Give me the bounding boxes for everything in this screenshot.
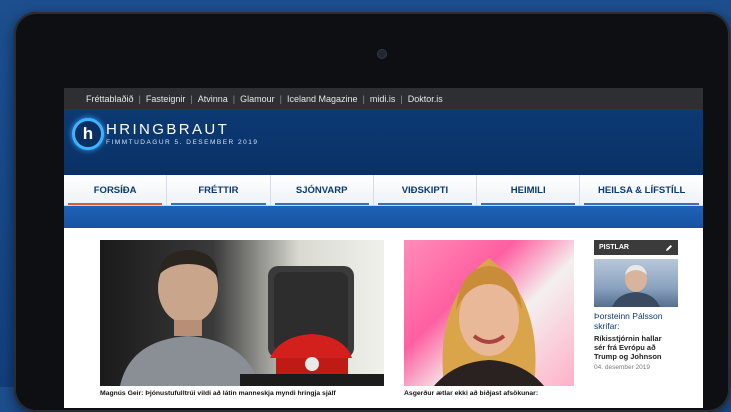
pistlar-sidebar: PISTLAR Þorsteinn Pálsson skrifar: Ríkis… (594, 240, 678, 371)
main-nav: FORSÍÐA FRÉTTIR SJÓNVARP VIÐSKIPTI HEIMI… (64, 175, 703, 206)
nav-item-vidskipti[interactable]: VIÐSKIPTI (374, 175, 478, 205)
topbar-link-glamour[interactable]: Glamour (240, 94, 275, 104)
column-title[interactable]: Ríkisstjórnin hallar sér frá Evrópu að T… (594, 334, 678, 361)
nav-item-sjonvarp[interactable]: SJÓNVARP (271, 175, 374, 205)
topbar-separator: | (190, 93, 193, 104)
topbar-link-midi[interactable]: midi.is (370, 94, 396, 104)
article-caption-second[interactable]: Ásgerður ætlar ekki að biðjast afsökunar… (404, 390, 574, 397)
article-image-main[interactable] (100, 240, 384, 386)
columnist-portrait-illustration (612, 265, 660, 307)
logo-letter: h (82, 124, 94, 143)
topbar-separator: | (400, 93, 403, 104)
columnist-author[interactable]: Þorsteinn Pálsson skrifar: (594, 311, 678, 331)
hringbraut-logo-icon[interactable]: h (72, 118, 104, 150)
camera-dot (378, 50, 386, 58)
topbar-separator: | (232, 93, 236, 104)
nav-item-heilsa-lifstill[interactable]: HEILSA & LÍFSTÍLL (580, 175, 703, 205)
nav-item-heimili[interactable]: HEIMILI (477, 175, 581, 205)
topbar-link-atvinna[interactable]: Atvinna (198, 94, 228, 104)
man-with-phone-illustration (120, 250, 384, 386)
main-content: Magnús Geir: Þjónustufulltrúi vildi að l… (64, 228, 703, 408)
column-date: 04. desember 2019 (594, 364, 651, 371)
topbar-separator: | (362, 93, 365, 104)
top-links-bar: Fréttablaðið | Fasteignir | Atvinna | Gl… (64, 88, 703, 109)
pistlar-header[interactable]: PISTLAR (594, 240, 678, 255)
topbar-link-frettabladid[interactable]: Fréttablaðið (86, 94, 134, 104)
topbar-link-fasteignir[interactable]: Fasteignir (146, 94, 186, 104)
site-brand[interactable]: HRINGBRAUT (106, 121, 229, 138)
topbar-link-doktor[interactable]: Doktor.is (408, 94, 443, 104)
nav-item-forsida[interactable]: FORSÍÐA (64, 175, 168, 205)
blue-banner-strip (64, 206, 703, 228)
site-header: h HRINGBRAUT FIMMTUDAGUR 5. DESEMBER 201… (64, 109, 703, 175)
nav-item-frettir[interactable]: FRÉTTIR (167, 175, 271, 205)
topbar-link-iceland-magazine[interactable]: Iceland Magazine (287, 94, 358, 104)
pencil-icon (666, 244, 672, 251)
tablet-frame: Fréttablaðið | Fasteignir | Atvinna | Gl… (14, 12, 730, 412)
topbar-separator: | (279, 93, 282, 104)
pistlar-title: PISTLAR (599, 244, 629, 251)
article-image-second[interactable] (404, 240, 574, 386)
woman-portrait-illustration (434, 258, 544, 386)
topbar-separator: | (138, 93, 141, 104)
columnist-photo[interactable] (594, 259, 678, 307)
article-caption-main[interactable]: Magnús Geir: Þjónustufulltrúi vildi að l… (100, 390, 384, 397)
header-date: FIMMTUDAGUR 5. DESEMBER 2019 (106, 139, 259, 146)
website-screen: Fréttablaðið | Fasteignir | Atvinna | Gl… (64, 88, 703, 408)
